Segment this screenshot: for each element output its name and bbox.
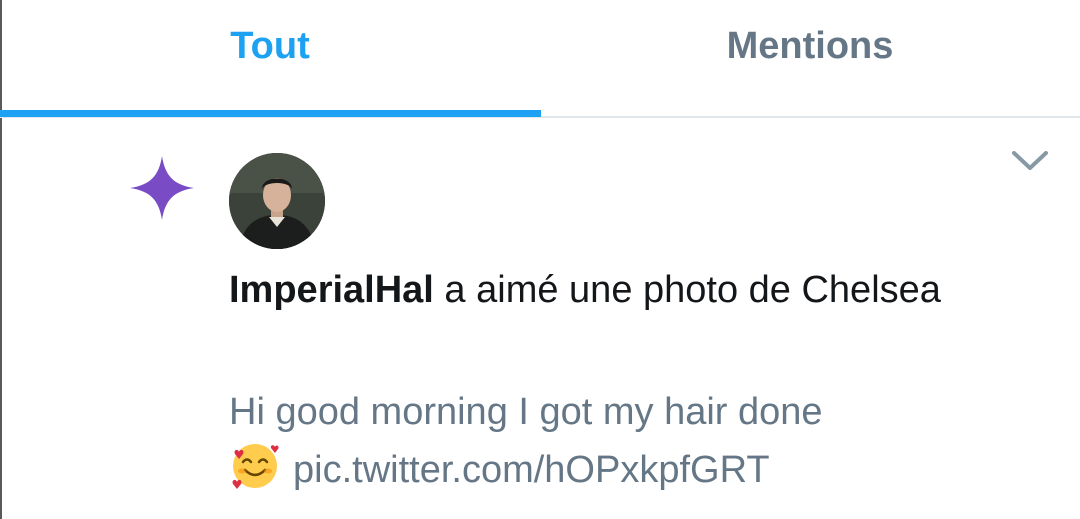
- tweet-preview[interactable]: Hi good morning I got my hair done pic.t…: [229, 384, 1049, 498]
- tweet-media-line: pic.twitter.com/hOPxkpfGRT: [229, 440, 1049, 498]
- avatar-photo: [229, 153, 325, 249]
- username-link[interactable]: ImperialHal: [229, 269, 434, 311]
- tweet-media-link[interactable]: pic.twitter.com/hOPxkpfGRT: [293, 449, 770, 491]
- smiling-face-with-hearts-emoji: [232, 444, 279, 489]
- notification-tabs: Tout Mentions: [0, 0, 1080, 118]
- sparkle-icon: [130, 156, 194, 220]
- tab-all[interactable]: Tout: [0, 0, 540, 116]
- notification-text: ImperialHal a aimé une photo de Chelsea: [229, 262, 1029, 318]
- chevron-down-icon[interactable]: [1010, 148, 1050, 174]
- avatar[interactable]: [229, 153, 325, 249]
- tweet-text: Hi good morning I got my hair done: [229, 391, 823, 433]
- active-tab-indicator: [0, 110, 541, 117]
- notification-action: a aimé une photo de Chelsea: [433, 269, 941, 311]
- tab-mentions[interactable]: Mentions: [540, 0, 1080, 116]
